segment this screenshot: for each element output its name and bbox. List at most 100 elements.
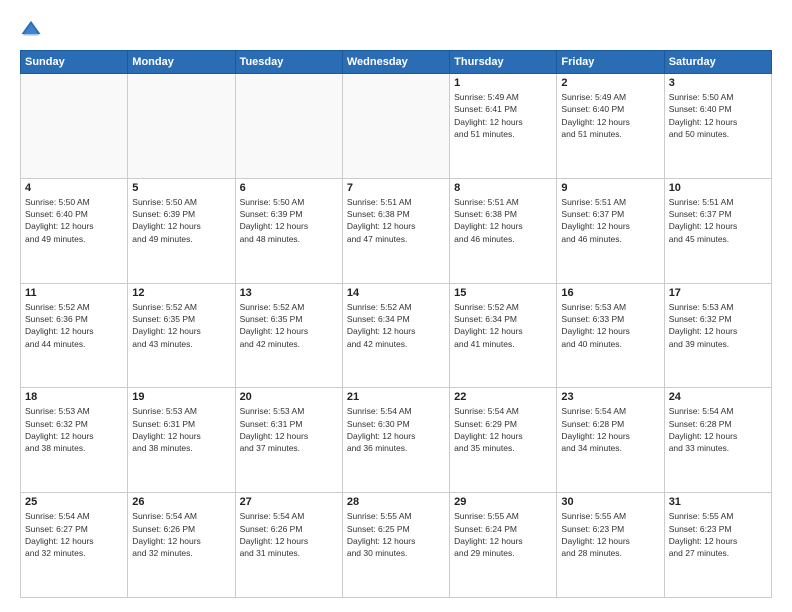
calendar-cell: 9 Sunrise: 5:51 AM Sunset: 6:37 PM Daylig… <box>557 178 664 283</box>
day-number: 4 <box>25 182 123 194</box>
day-number: 17 <box>669 287 767 299</box>
day-number: 14 <box>347 287 445 299</box>
calendar-cell: 13 Sunrise: 5:52 AM Sunset: 6:35 PM Dayli… <box>235 283 342 388</box>
calendar-cell <box>128 74 235 179</box>
day-info: Sunrise: 5:50 AM Sunset: 6:39 PM Dayligh… <box>240 196 338 245</box>
day-number: 26 <box>132 496 230 508</box>
logo <box>20 18 46 40</box>
calendar-cell: 21 Sunrise: 5:54 AM Sunset: 6:30 PM Dayli… <box>342 388 449 493</box>
day-info: Sunrise: 5:53 AM Sunset: 6:33 PM Dayligh… <box>561 301 659 350</box>
day-info: Sunrise: 5:54 AM Sunset: 6:29 PM Dayligh… <box>454 405 552 454</box>
calendar-cell: 27 Sunrise: 5:54 AM Sunset: 6:26 PM Dayli… <box>235 493 342 598</box>
calendar-cell: 15 Sunrise: 5:52 AM Sunset: 6:34 PM Dayli… <box>450 283 557 388</box>
day-number: 1 <box>454 77 552 89</box>
calendar-cell <box>21 74 128 179</box>
calendar-cell <box>342 74 449 179</box>
day-number: 30 <box>561 496 659 508</box>
day-number: 6 <box>240 182 338 194</box>
day-number: 23 <box>561 391 659 403</box>
calendar-cell: 22 Sunrise: 5:54 AM Sunset: 6:29 PM Dayli… <box>450 388 557 493</box>
day-info: Sunrise: 5:54 AM Sunset: 6:26 PM Dayligh… <box>132 510 230 559</box>
calendar-table: SundayMondayTuesdayWednesdayThursdayFrid… <box>20 50 772 598</box>
day-number: 25 <box>25 496 123 508</box>
day-info: Sunrise: 5:55 AM Sunset: 6:25 PM Dayligh… <box>347 510 445 559</box>
header-saturday: Saturday <box>664 51 771 74</box>
day-info: Sunrise: 5:51 AM Sunset: 6:37 PM Dayligh… <box>669 196 767 245</box>
day-info: Sunrise: 5:49 AM Sunset: 6:40 PM Dayligh… <box>561 91 659 140</box>
day-info: Sunrise: 5:52 AM Sunset: 6:34 PM Dayligh… <box>347 301 445 350</box>
week-row-3: 18Sunrise: 5:53 AM Sunset: 6:32 PM Dayli… <box>21 388 772 493</box>
day-number: 5 <box>132 182 230 194</box>
day-info: Sunrise: 5:50 AM Sunset: 6:40 PM Dayligh… <box>25 196 123 245</box>
day-number: 3 <box>669 77 767 89</box>
day-info: Sunrise: 5:55 AM Sunset: 6:23 PM Dayligh… <box>669 510 767 559</box>
calendar-cell: 1 Sunrise: 5:49 AM Sunset: 6:41 PM Daylig… <box>450 74 557 179</box>
day-info: Sunrise: 5:51 AM Sunset: 6:38 PM Dayligh… <box>454 196 552 245</box>
day-info: Sunrise: 5:54 AM Sunset: 6:26 PM Dayligh… <box>240 510 338 559</box>
day-info: Sunrise: 5:52 AM Sunset: 6:36 PM Dayligh… <box>25 301 123 350</box>
day-number: 27 <box>240 496 338 508</box>
calendar-cell: 6 Sunrise: 5:50 AM Sunset: 6:39 PM Daylig… <box>235 178 342 283</box>
calendar-cell: 2 Sunrise: 5:49 AM Sunset: 6:40 PM Daylig… <box>557 74 664 179</box>
day-info: Sunrise: 5:54 AM Sunset: 6:28 PM Dayligh… <box>669 405 767 454</box>
day-info: Sunrise: 5:52 AM Sunset: 6:35 PM Dayligh… <box>240 301 338 350</box>
header-wednesday: Wednesday <box>342 51 449 74</box>
calendar-cell: 31Sunrise: 5:55 AM Sunset: 6:23 PM Dayli… <box>664 493 771 598</box>
day-number: 24 <box>669 391 767 403</box>
calendar-cell: 4 Sunrise: 5:50 AM Sunset: 6:40 PM Daylig… <box>21 178 128 283</box>
header-monday: Monday <box>128 51 235 74</box>
header-tuesday: Tuesday <box>235 51 342 74</box>
day-number: 15 <box>454 287 552 299</box>
header-friday: Friday <box>557 51 664 74</box>
calendar-cell: 23Sunrise: 5:54 AM Sunset: 6:28 PM Dayli… <box>557 388 664 493</box>
day-number: 29 <box>454 496 552 508</box>
day-info: Sunrise: 5:52 AM Sunset: 6:34 PM Dayligh… <box>454 301 552 350</box>
calendar-cell: 10 Sunrise: 5:51 AM Sunset: 6:37 PM Dayli… <box>664 178 771 283</box>
day-number: 16 <box>561 287 659 299</box>
calendar-cell: 8 Sunrise: 5:51 AM Sunset: 6:38 PM Daylig… <box>450 178 557 283</box>
page: SundayMondayTuesdayWednesdayThursdayFrid… <box>0 0 792 612</box>
calendar-cell: 25Sunrise: 5:54 AM Sunset: 6:27 PM Dayli… <box>21 493 128 598</box>
calendar-cell: 17Sunrise: 5:53 AM Sunset: 6:32 PM Dayli… <box>664 283 771 388</box>
day-info: Sunrise: 5:54 AM Sunset: 6:30 PM Dayligh… <box>347 405 445 454</box>
day-number: 22 <box>454 391 552 403</box>
day-info: Sunrise: 5:55 AM Sunset: 6:24 PM Dayligh… <box>454 510 552 559</box>
week-row-1: 4 Sunrise: 5:50 AM Sunset: 6:40 PM Daylig… <box>21 178 772 283</box>
calendar-cell: 28 Sunrise: 5:55 AM Sunset: 6:25 PM Dayli… <box>342 493 449 598</box>
calendar-header: SundayMondayTuesdayWednesdayThursdayFrid… <box>21 51 772 74</box>
day-number: 7 <box>347 182 445 194</box>
day-number: 20 <box>240 391 338 403</box>
calendar-cell: 29 Sunrise: 5:55 AM Sunset: 6:24 PM Dayli… <box>450 493 557 598</box>
calendar-cell: 7Sunrise: 5:51 AM Sunset: 6:38 PM Daylig… <box>342 178 449 283</box>
day-info: Sunrise: 5:51 AM Sunset: 6:37 PM Dayligh… <box>561 196 659 245</box>
calendar-body: 1 Sunrise: 5:49 AM Sunset: 6:41 PM Daylig… <box>21 74 772 598</box>
calendar-cell: 19Sunrise: 5:53 AM Sunset: 6:31 PM Dayli… <box>128 388 235 493</box>
day-number: 11 <box>25 287 123 299</box>
day-info: Sunrise: 5:49 AM Sunset: 6:41 PM Dayligh… <box>454 91 552 140</box>
calendar-cell: 24 Sunrise: 5:54 AM Sunset: 6:28 PM Dayli… <box>664 388 771 493</box>
calendar-cell: 16 Sunrise: 5:53 AM Sunset: 6:33 PM Dayli… <box>557 283 664 388</box>
day-info: Sunrise: 5:55 AM Sunset: 6:23 PM Dayligh… <box>561 510 659 559</box>
day-number: 8 <box>454 182 552 194</box>
header-thursday: Thursday <box>450 51 557 74</box>
calendar-cell: 14 Sunrise: 5:52 AM Sunset: 6:34 PM Dayli… <box>342 283 449 388</box>
day-number: 21 <box>347 391 445 403</box>
logo-icon <box>20 18 42 40</box>
header <box>20 18 772 40</box>
week-row-0: 1 Sunrise: 5:49 AM Sunset: 6:41 PM Daylig… <box>21 74 772 179</box>
week-row-2: 11 Sunrise: 5:52 AM Sunset: 6:36 PM Dayli… <box>21 283 772 388</box>
calendar-cell: 30 Sunrise: 5:55 AM Sunset: 6:23 PM Dayli… <box>557 493 664 598</box>
day-number: 9 <box>561 182 659 194</box>
day-number: 18 <box>25 391 123 403</box>
day-info: Sunrise: 5:52 AM Sunset: 6:35 PM Dayligh… <box>132 301 230 350</box>
calendar-cell: 26 Sunrise: 5:54 AM Sunset: 6:26 PM Dayli… <box>128 493 235 598</box>
day-number: 2 <box>561 77 659 89</box>
day-number: 28 <box>347 496 445 508</box>
calendar-cell: 18Sunrise: 5:53 AM Sunset: 6:32 PM Dayli… <box>21 388 128 493</box>
calendar-cell: 11 Sunrise: 5:52 AM Sunset: 6:36 PM Dayli… <box>21 283 128 388</box>
calendar-cell: 5Sunrise: 5:50 AM Sunset: 6:39 PM Daylig… <box>128 178 235 283</box>
day-number: 10 <box>669 182 767 194</box>
day-number: 13 <box>240 287 338 299</box>
week-row-4: 25Sunrise: 5:54 AM Sunset: 6:27 PM Dayli… <box>21 493 772 598</box>
day-info: Sunrise: 5:53 AM Sunset: 6:31 PM Dayligh… <box>132 405 230 454</box>
